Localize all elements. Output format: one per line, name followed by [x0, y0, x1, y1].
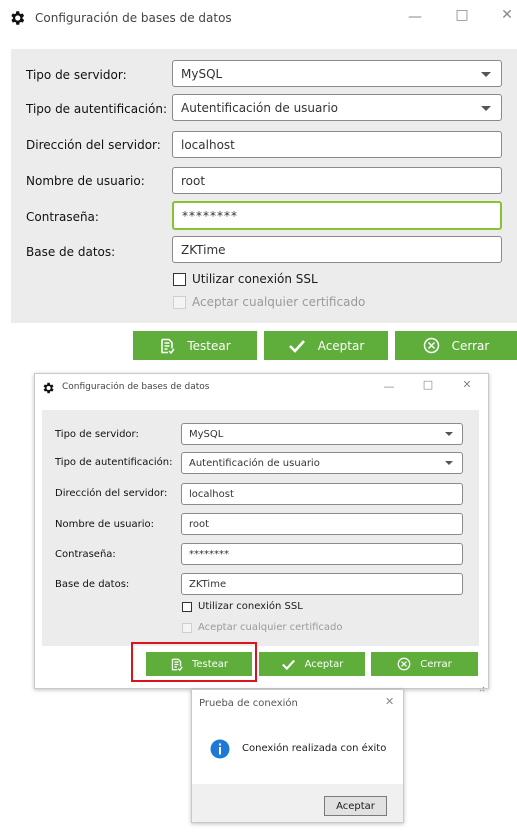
database-value: ZKTime — [189, 578, 227, 590]
username-field[interactable]: root — [181, 513, 463, 535]
highlight-box — [131, 642, 257, 682]
auth-type-select[interactable]: Autentificación de usuario — [172, 94, 502, 121]
accept-button-label: Aceptar — [304, 658, 344, 670]
ssl-checkbox[interactable] — [182, 602, 192, 612]
server-address-field[interactable]: localhost — [181, 483, 463, 505]
label-username: Nombre de usuario: — [26, 174, 145, 188]
minimize-icon[interactable]: — — [405, 10, 425, 24]
database-field[interactable]: ZKTime — [181, 573, 463, 595]
check-icon — [288, 339, 305, 353]
auth-type-select[interactable]: Autentificación de usuario — [181, 452, 463, 474]
chevron-down-icon — [481, 105, 491, 111]
label-server-address: Dirección del servidor: — [55, 488, 168, 499]
maximize-icon[interactable]: □ — [452, 8, 472, 22]
auth-type-value: Autentificación de usuario — [181, 100, 338, 115]
dialog-message: Conexión realizada con éxito — [242, 743, 387, 754]
minimize-icon[interactable]: — — [381, 381, 397, 392]
close-icon[interactable]: ✕ — [460, 379, 474, 390]
test-icon — [161, 338, 175, 354]
resize-grip-icon[interactable] — [477, 677, 485, 692]
check-icon — [281, 659, 295, 670]
label-username: Nombre de usuario: — [55, 519, 154, 530]
label-password: Contraseña: — [26, 210, 99, 224]
maximize-icon[interactable]: □ — [420, 379, 436, 390]
username-field[interactable]: root — [172, 167, 502, 194]
close-button[interactable]: Cerrar — [395, 331, 517, 360]
label-database: Base de datos: — [26, 245, 116, 259]
test-button[interactable]: Testear — [133, 331, 257, 360]
chevron-down-icon — [481, 71, 491, 77]
accept-cert-checkbox-label: Aceptar cualquier certificado — [198, 622, 343, 633]
auth-type-value: Autentificación de usuario — [189, 457, 320, 469]
title-bar: Configuración de bases de datos — [8, 6, 232, 30]
label-server-address: Dirección del servidor: — [26, 138, 161, 152]
close-button[interactable]: Cerrar — [371, 652, 478, 676]
server-type-select[interactable]: MySQL — [172, 60, 502, 87]
cancel-circle-icon — [423, 337, 439, 354]
database-field[interactable]: ZKTime — [172, 236, 502, 263]
close-icon[interactable]: ✕ — [498, 8, 516, 22]
test-button-label: Testear — [187, 338, 231, 353]
label-auth-type: Tipo de autentificación: — [26, 102, 168, 116]
database-value: ZKTime — [181, 242, 226, 257]
ssl-checkbox-label: Utilizar conexión SSL — [192, 272, 318, 286]
accept-cert-checkbox[interactable] — [173, 296, 186, 309]
dialog-accept-button[interactable]: Aceptar — [324, 796, 387, 816]
close-button-label: Cerrar — [420, 658, 452, 670]
gear-icon — [8, 9, 26, 27]
label-server-type: Tipo de servidor: — [55, 429, 139, 440]
password-field[interactable]: ******** — [172, 201, 502, 230]
close-icon[interactable]: ✕ — [385, 695, 394, 708]
chevron-down-icon — [445, 461, 453, 465]
username-value: root — [189, 518, 210, 530]
ssl-checkbox[interactable] — [173, 273, 186, 286]
accept-button[interactable]: Aceptar — [259, 652, 365, 676]
label-server-type: Tipo de servidor: — [26, 68, 127, 82]
server-type-select[interactable]: MySQL — [181, 423, 463, 445]
server-type-value: MySQL — [181, 66, 223, 81]
password-value: ******** — [189, 548, 229, 560]
label-database: Base de datos: — [55, 579, 130, 590]
username-value: root — [181, 173, 206, 188]
connection-test-dialog: Prueba de conexión ✕ Conexión realizada … — [191, 689, 404, 823]
accept-button-label: Aceptar — [317, 338, 365, 353]
close-button-label: Cerrar — [451, 338, 490, 353]
accept-cert-checkbox[interactable] — [182, 623, 192, 633]
accept-button[interactable]: Aceptar — [264, 331, 388, 360]
server-type-value: MySQL — [189, 428, 224, 440]
accept-cert-checkbox-label: Aceptar cualquier certificado — [192, 295, 366, 309]
password-field[interactable]: ******** — [181, 543, 463, 565]
cancel-circle-icon — [397, 657, 411, 671]
window-title: Configuración de bases de datos — [62, 382, 210, 392]
title-bar: Configuración de bases de datos — [41, 377, 210, 397]
server-address-value: localhost — [181, 137, 235, 152]
server-address-field[interactable]: localhost — [172, 131, 502, 158]
chevron-down-icon — [445, 432, 453, 436]
gear-icon — [41, 380, 55, 394]
ssl-checkbox-label: Utilizar conexión SSL — [198, 601, 303, 612]
window-title: Configuración de bases de datos — [35, 11, 232, 25]
info-icon — [210, 739, 230, 759]
label-password: Contraseña: — [55, 549, 116, 560]
dialog-title: Prueba de conexión — [199, 698, 298, 709]
server-address-value: localhost — [189, 488, 234, 500]
label-auth-type: Tipo de autentificación: — [55, 457, 173, 468]
dialog-accept-label: Aceptar — [336, 800, 375, 812]
password-value: ******** — [182, 208, 238, 223]
